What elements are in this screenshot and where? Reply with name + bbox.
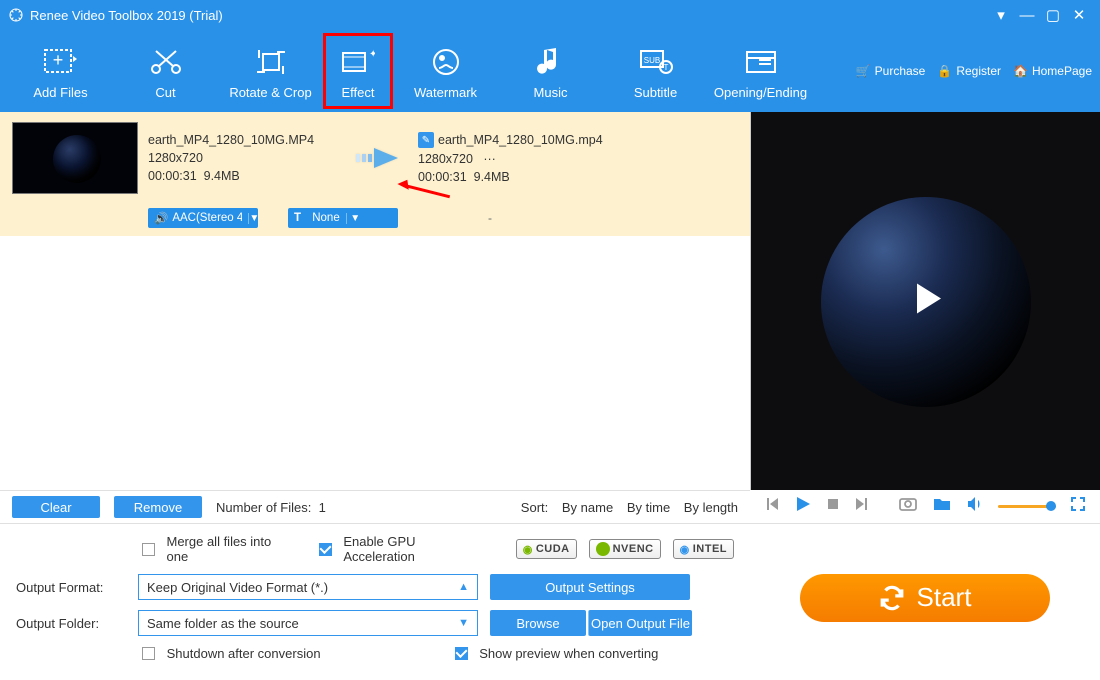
audio-track-dropdown[interactable]: 🔊AAC(Stereo 44… ▼ [148, 208, 258, 228]
status-dash: - [428, 211, 492, 225]
purchase-link[interactable]: 🛒Purchase [856, 64, 926, 78]
gpu-checkbox[interactable]: Enable GPU Acceleration [319, 534, 488, 564]
open-output-button[interactable]: Open Output File [588, 610, 692, 636]
browse-button[interactable]: Browse [490, 610, 586, 636]
sort-by-name[interactable]: By name [562, 500, 613, 515]
svg-text:SUB: SUB [643, 56, 659, 65]
fullscreen-button[interactable] [1070, 496, 1086, 517]
film-add-icon: + [43, 43, 79, 81]
source-thumbnail [12, 122, 138, 194]
merge-checkbox[interactable]: Merge all files into one [142, 534, 295, 564]
cart-icon: 🛒 [856, 64, 871, 78]
output-folder-combo[interactable]: Same folder as the source▼ [138, 610, 478, 636]
sort-by-length[interactable]: By length [684, 500, 738, 515]
shutdown-checkbox[interactable]: Shutdown after conversion [142, 646, 321, 661]
music-button[interactable]: Music [498, 33, 603, 109]
opening-ending-icon [743, 43, 779, 81]
snapshot-button[interactable] [898, 496, 918, 517]
volume-slider[interactable] [998, 505, 1056, 508]
dropdown-menu-icon[interactable]: ▾ [988, 6, 1014, 24]
source-filename: earth_MP4_1280_10MG.MP4 [148, 133, 338, 147]
target-filename: earth_MP4_1280_10MG.mp4 [438, 133, 603, 147]
stop-button[interactable] [826, 497, 840, 516]
file-row[interactable]: earth_MP4_1280_10MG.MP4 1280x720 00:00:3… [0, 112, 750, 204]
nvenc-badge: NVENC [589, 539, 661, 559]
effect-icon: ✦ [341, 43, 375, 81]
preview-checkbox[interactable]: Show preview when converting [455, 646, 659, 661]
rotate-crop-button[interactable]: Rotate & Crop [218, 33, 323, 109]
cuda-badge: ◉CUDA [516, 539, 577, 559]
subtitle-track-dropdown[interactable]: T None ▼ [288, 208, 398, 228]
home-icon: 🏠 [1013, 64, 1028, 78]
remove-button[interactable]: Remove [114, 496, 202, 518]
intel-badge: ◉INTEL [673, 539, 734, 559]
svg-text:T: T [663, 63, 668, 72]
file-count-label: Number of Files: 1 [216, 500, 326, 515]
app-title: Renee Video Toolbox 2019 (Trial) [8, 7, 988, 23]
watermark-icon [429, 43, 463, 81]
cut-button[interactable]: Cut [113, 33, 218, 109]
sort-controls: Sort: By name By time By length [511, 500, 738, 515]
scissors-icon [146, 43, 186, 81]
register-link[interactable]: 🔒Register [937, 64, 1001, 78]
crop-rotate-icon [253, 43, 289, 81]
preview-panel [750, 112, 1100, 490]
output-folder-label: Output Folder: [16, 616, 126, 631]
svg-text:+: + [52, 50, 63, 70]
svg-text:✦: ✦ [369, 49, 375, 60]
watermark-button[interactable]: Watermark [393, 33, 498, 109]
output-format-label: Output Format: [16, 580, 126, 595]
open-folder-button[interactable] [932, 496, 952, 517]
output-format-combo[interactable]: Keep Original Video Format (*.)▲ [138, 574, 478, 600]
homepage-link[interactable]: 🏠HomePage [1013, 64, 1092, 78]
volume-button[interactable] [966, 496, 984, 517]
edit-icon[interactable]: ✎ [418, 132, 434, 148]
sort-by-time[interactable]: By time [627, 500, 670, 515]
source-resolution: 1280x720 [148, 151, 338, 165]
effect-button[interactable]: ✦ Effect [323, 33, 393, 109]
maximize-icon[interactable]: ▢ [1040, 6, 1066, 24]
speaker-icon: 🔊 [154, 211, 168, 225]
preview-play-button[interactable] [903, 276, 949, 327]
prev-button[interactable] [764, 496, 780, 517]
minimize-icon[interactable]: — [1014, 7, 1040, 24]
music-note-icon [537, 43, 565, 81]
close-icon[interactable]: ✕ [1066, 6, 1092, 24]
add-files-button[interactable]: + Add Files [8, 33, 113, 109]
output-settings-button[interactable]: Output Settings [490, 574, 690, 600]
text-icon: T [294, 212, 301, 224]
clear-button[interactable]: Clear [12, 496, 100, 518]
next-button[interactable] [854, 496, 870, 517]
start-button[interactable]: Start [800, 574, 1050, 622]
subtitle-button[interactable]: SUBT Subtitle [603, 33, 708, 109]
play-button[interactable] [794, 495, 812, 518]
opening-ending-button[interactable]: Opening/Ending [708, 33, 813, 109]
subtitle-icon: SUB T [638, 43, 674, 81]
lock-icon: 🔒 [937, 64, 952, 78]
